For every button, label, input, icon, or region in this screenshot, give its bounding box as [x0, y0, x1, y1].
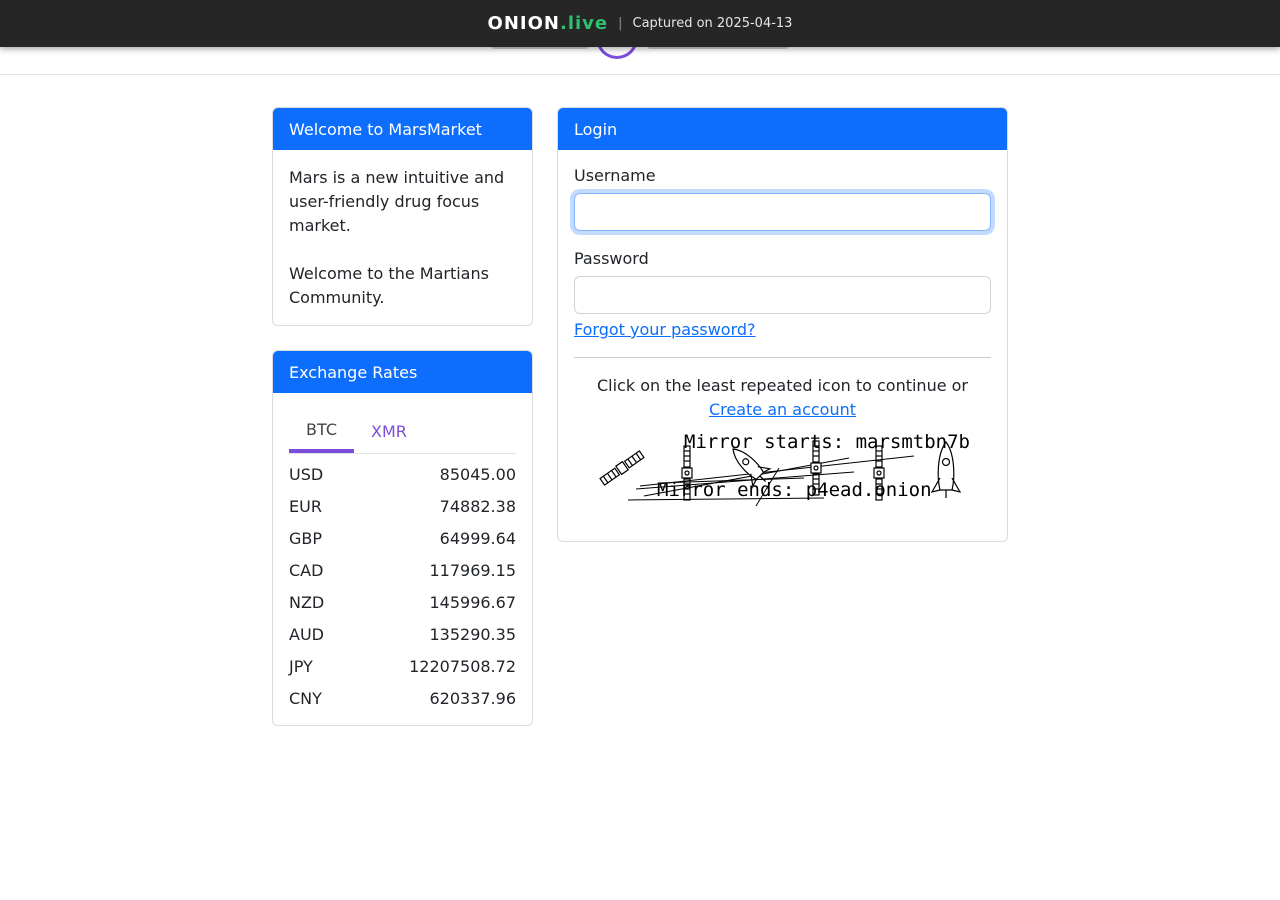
login-card: Login Username Password Forgot your pass… — [557, 107, 1008, 542]
captcha-image[interactable]: Mirror starts: marsmtbn7b Mirror ends: p… — [574, 428, 991, 513]
tab-xmr[interactable]: XMR — [354, 409, 424, 453]
welcome-card: Welcome to MarsMarket Mars is a new intu… — [272, 107, 533, 326]
create-account-link[interactable]: Create an account — [709, 400, 856, 419]
rate-currency: JPY — [289, 656, 313, 676]
login-card-title: Login — [558, 108, 1007, 150]
captcha-prompt: Click on the least repeated icon to cont… — [574, 374, 991, 422]
tab-btc[interactable]: BTC — [289, 409, 354, 453]
rate-value: 117969.15 — [429, 560, 516, 580]
rate-value: 64999.64 — [439, 528, 516, 548]
rate-row: GBP 64999.64 — [289, 522, 516, 554]
exchange-rates-card: Exchange Rates BTC XMR USD 85045.00 EUR 74… — [272, 350, 533, 726]
currency-tabs: BTC XMR — [289, 409, 516, 454]
rate-value: 620337.96 — [429, 688, 516, 708]
rate-row: AUD 135290.35 — [289, 618, 516, 650]
welcome-card-title: Welcome to MarsMarket — [273, 108, 532, 150]
welcome-paragraph: Mars is a new intuitive and user-friendl… — [289, 168, 505, 235]
rate-row: USD 85045.00 — [289, 458, 516, 490]
capture-bar: ONION.live | Captured on 2025-04-13 — [0, 0, 1280, 47]
welcome-paragraph: Welcome to the Martians Community. — [289, 264, 489, 307]
username-label: Username — [574, 166, 656, 185]
rate-row: NZD 145996.67 — [289, 586, 516, 618]
captcha-prompt-text: Click on the least repeated icon to cont… — [596, 376, 969, 395]
rate-row: CAD 117969.15 — [289, 554, 516, 586]
rate-currency: EUR — [289, 496, 322, 516]
username-input[interactable] — [574, 193, 991, 231]
rate-value: 145996.67 — [429, 592, 516, 612]
forgot-password-link[interactable]: Forgot your password? — [574, 320, 756, 339]
rate-currency: CNY — [289, 688, 322, 708]
rate-row: CNY 620337.96 — [289, 682, 516, 714]
capture-brand: ONION.live — [487, 13, 609, 34]
rate-row: JPY 12207508.72 — [289, 650, 516, 682]
username-field-group: Username — [574, 166, 991, 231]
rate-value: 135290.35 — [429, 624, 516, 644]
password-input[interactable] — [574, 276, 991, 314]
rate-currency: NZD — [289, 592, 325, 612]
exchange-rates-title: Exchange Rates — [273, 351, 532, 393]
divider — [574, 357, 991, 358]
capture-date: Captured on 2025-04-13 — [632, 16, 793, 31]
site-header — [0, 37, 1280, 75]
password-label: Password — [574, 249, 649, 268]
satellite-icon[interactable] — [599, 450, 645, 486]
password-field-group: Password — [574, 249, 991, 314]
rate-currency: USD — [289, 464, 324, 484]
rate-currency: GBP — [289, 528, 323, 548]
rate-currency: AUD — [289, 624, 324, 644]
rate-value: 85045.00 — [439, 464, 516, 484]
rate-list: USD 85045.00 EUR 74882.38 GBP 64999.64 CAD 1… — [289, 458, 516, 714]
capture-separator: | — [618, 16, 623, 31]
rate-value: 12207508.72 — [409, 656, 516, 676]
rate-currency: CAD — [289, 560, 324, 580]
captcha-text-line1: Mirror starts: marsmtbn7b — [684, 431, 970, 453]
rate-row: EUR 74882.38 — [289, 490, 516, 522]
captcha-text-line2: Mirror ends: p4ead.onion — [657, 479, 932, 501]
rate-value: 74882.38 — [439, 496, 516, 516]
